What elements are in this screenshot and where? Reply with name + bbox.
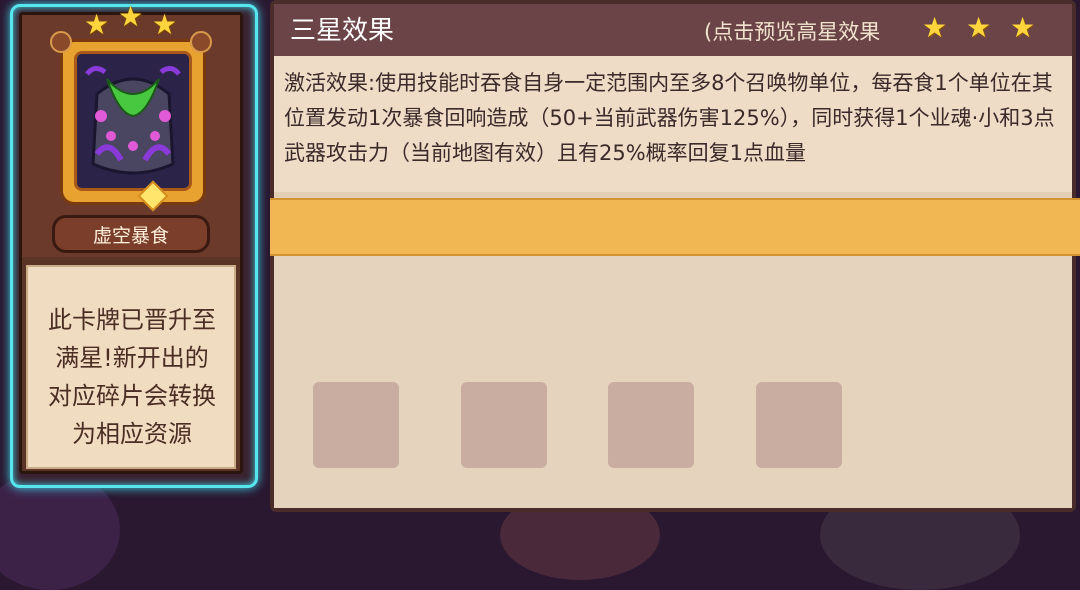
card-message-line: 对应碎片会转换 [48,382,216,410]
card-star-icon: ★ [118,0,144,33]
preview-high-star-link[interactable]: (点击预览高星效果 [704,4,880,60]
void-devour-monster-icon [77,54,189,188]
background-shape [0,470,120,590]
reward-slots-area [274,256,1072,508]
reward-slot[interactable] [461,382,547,468]
divider-bar [270,198,1080,256]
frame-corner-ornament [50,31,72,53]
frame-corner-ornament [190,31,212,53]
star-level-2-icon[interactable]: ★ [966,14,991,42]
card-art-area: ★ ★ ★ 虚空暴食 [22,3,240,257]
effect-description: 激活效果:使用技能时吞食自身一定范围内至多8个召唤物单位，每吞食1个单位在其位置… [284,71,1055,165]
card-message-line: 此卡牌已晋升至 [48,306,216,334]
card-name: 虚空暴食 [92,224,169,247]
star-level-1-icon[interactable]: ★ [922,14,947,42]
reward-slot[interactable] [608,382,694,468]
card-portrait [74,51,192,191]
panel-header: 三星效果 (点击预览高星效果 ★ ★ ★ [274,4,1072,56]
panel-title: 三星效果 [290,16,395,46]
card-description-area: 此卡牌已晋升至 满星!新开出的 对应碎片会转换 为相应资源 [26,265,236,469]
skill-card[interactable]: ★ ★ ★ 虚空暴食 此卡牌已晋升至 满星!新开出的 对应碎片会转换 为相应资源 [19,3,243,474]
card-name-plate: 虚空暴食 [52,215,210,253]
reward-slot[interactable] [756,382,842,468]
card-message-line: 满星!新开出的 [55,344,209,372]
star-effect-panel: 三星效果 (点击预览高星效果 ★ ★ ★ 激活效果:使用技能时吞食自身一定范围内… [270,0,1080,512]
card-star-icon: ★ [84,8,110,41]
star-level-3-icon[interactable]: ★ [1010,14,1035,42]
reward-slot[interactable] [313,382,399,468]
effect-description-box[interactable]: 激活效果:使用技能时吞食自身一定范围内至多8个召唤物单位，每吞食1个单位在其位置… [274,56,1072,192]
card-star-icon: ★ [152,8,178,41]
card-max-star-message: 此卡牌已晋升至 满星!新开出的 对应碎片会转换 为相应资源 [34,301,230,453]
card-message-line: 为相应资源 [72,420,192,448]
